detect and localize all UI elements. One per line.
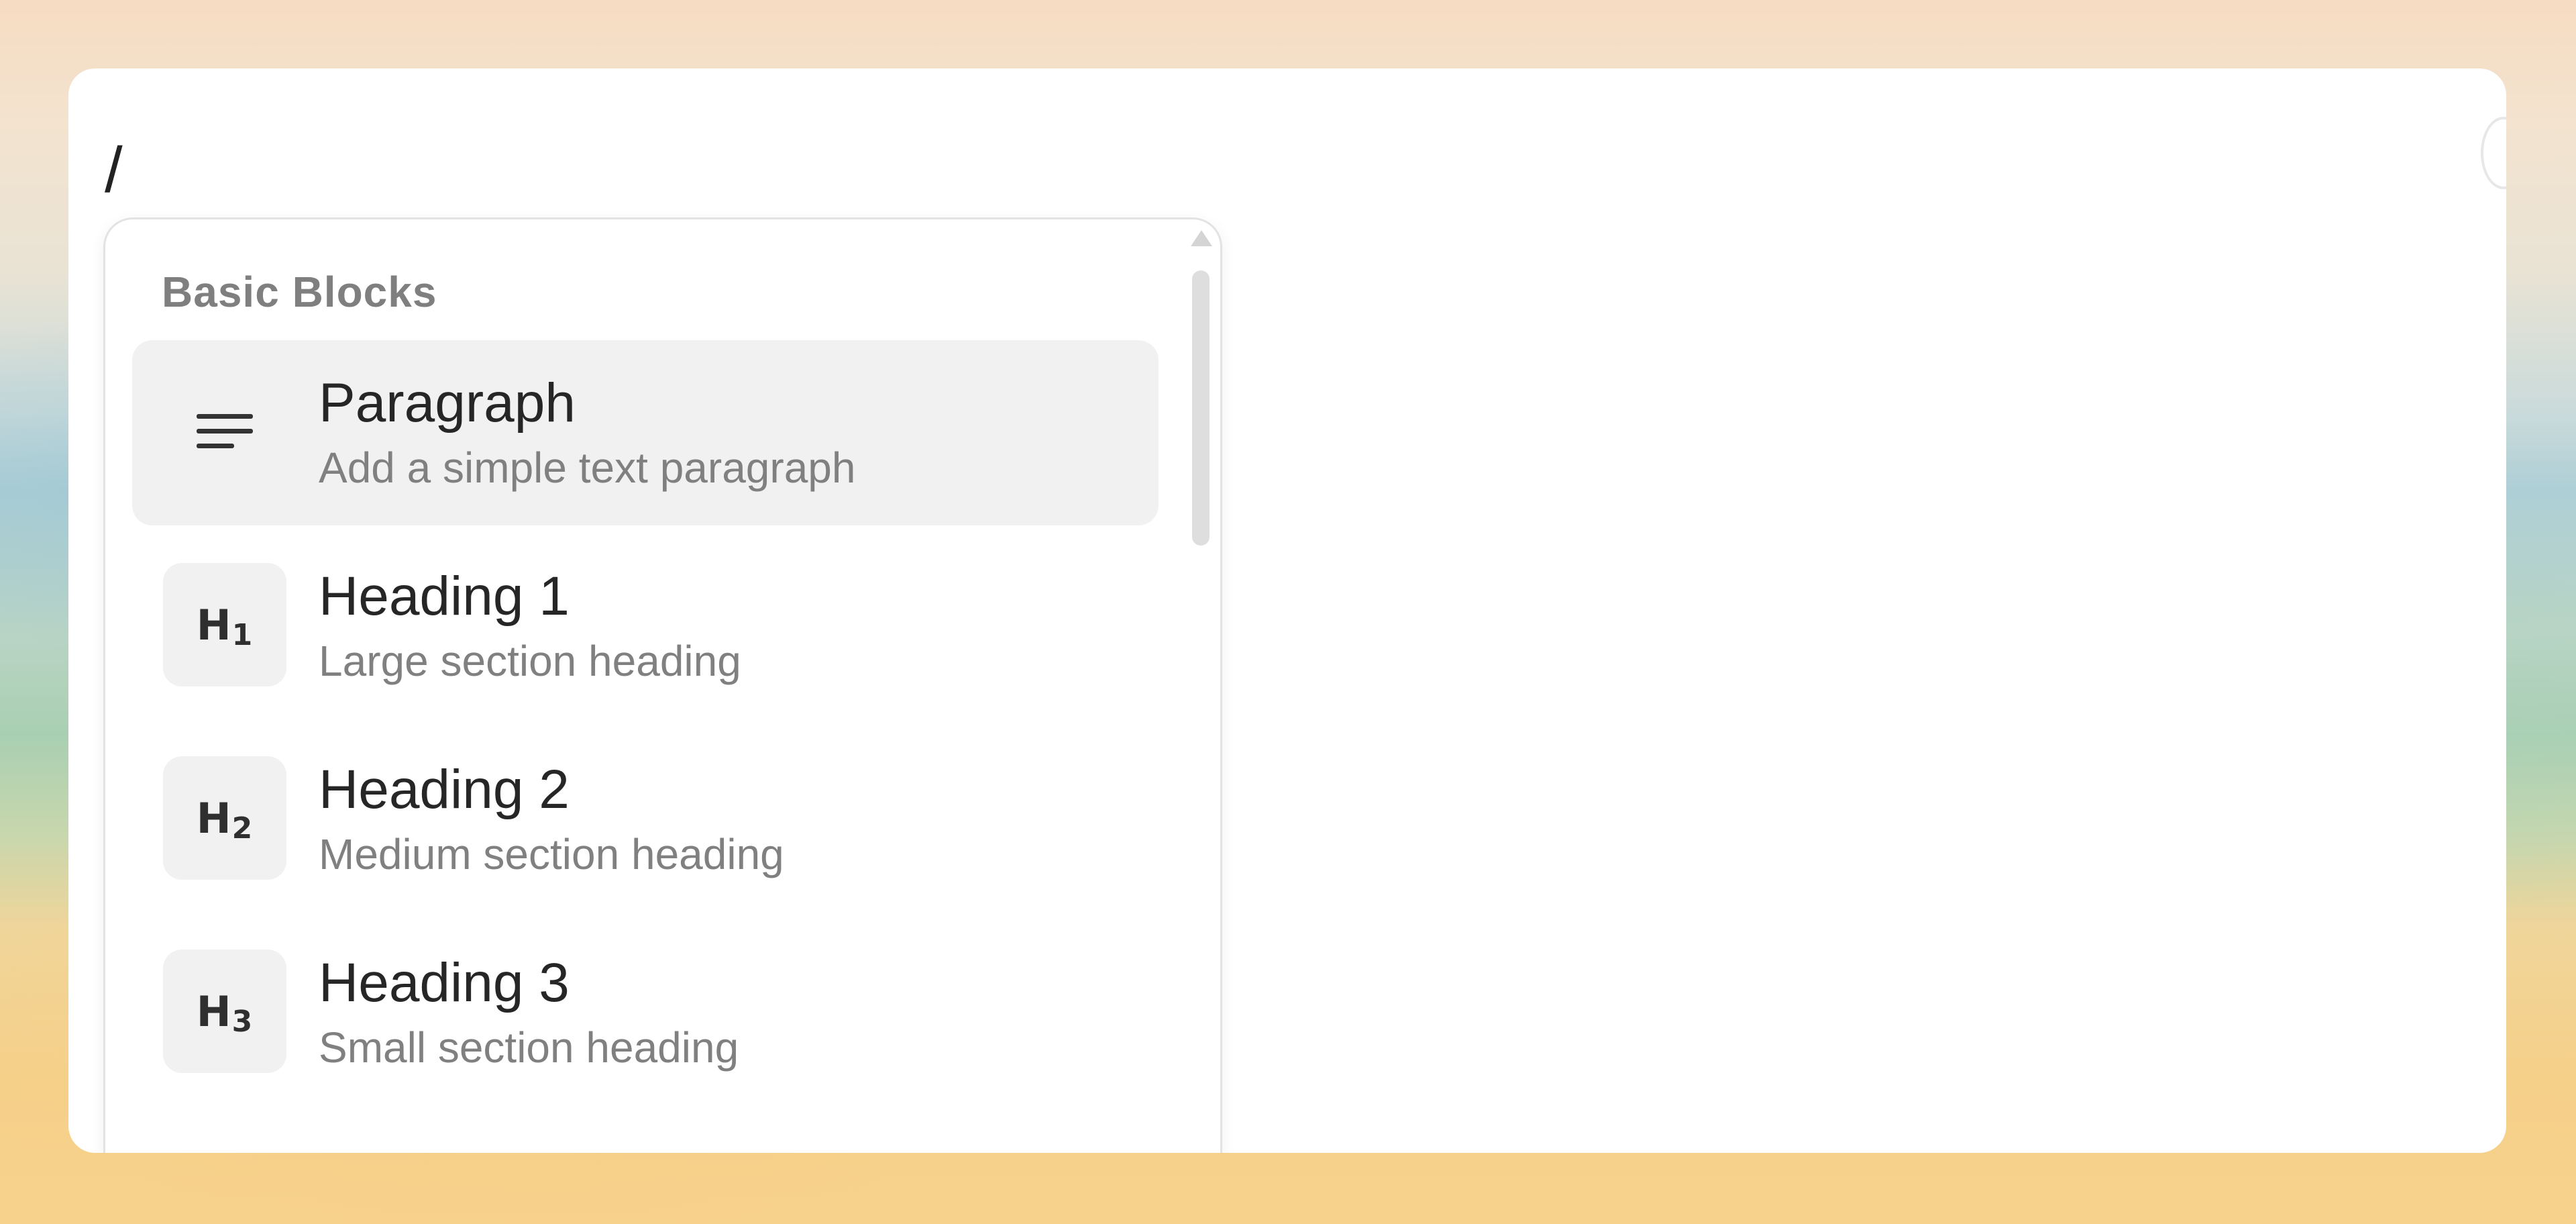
menu-item-title: Heading 3 bbox=[319, 952, 570, 1013]
edge-control-icon bbox=[2481, 117, 2506, 189]
paragraph-lines-icon bbox=[163, 370, 286, 493]
heading-glyph: H3 bbox=[196, 986, 254, 1039]
menu-item-list: Paragraph Add a simple text paragraph H1… bbox=[132, 340, 1159, 1113]
menu-item-title: Heading 1 bbox=[319, 566, 570, 627]
editor-text-line[interactable]: / bbox=[105, 130, 123, 211]
menu-item-description: Medium section heading bbox=[319, 830, 784, 878]
menu-item-description: Large section heading bbox=[319, 637, 741, 685]
menu-item-heading-3[interactable]: H3 Heading 3 Small section heading bbox=[132, 920, 1159, 1105]
menu-item-heading-1[interactable]: H1 Heading 1 Large section heading bbox=[132, 533, 1159, 719]
menu-item-title: Heading 2 bbox=[319, 759, 570, 820]
menu-item-description: Add a simple text paragraph bbox=[319, 444, 856, 492]
menu-item-paragraph[interactable]: Paragraph Add a simple text paragraph bbox=[132, 340, 1159, 525]
heading-3-icon: H3 bbox=[163, 950, 286, 1073]
menu-item-heading-2[interactable]: H2 Heading 2 Medium section heading bbox=[132, 727, 1159, 912]
slash-command-menu: Basic Blocks Paragraph Add a simple text… bbox=[103, 217, 1222, 1153]
scroll-up-arrow-icon[interactable] bbox=[1191, 230, 1212, 246]
heading-2-icon: H2 bbox=[163, 756, 286, 880]
menu-item-description: Small section heading bbox=[319, 1023, 739, 1072]
editor-card: / Basic Blocks Paragraph Add a simple te… bbox=[68, 68, 2506, 1153]
menu-group-label: Basic Blocks bbox=[162, 268, 437, 316]
heading-glyph: H1 bbox=[196, 600, 254, 652]
scrollbar-thumb[interactable] bbox=[1192, 270, 1210, 546]
menu-item-title: Paragraph bbox=[319, 372, 576, 434]
heading-glyph: H2 bbox=[196, 793, 254, 846]
heading-1-icon: H1 bbox=[163, 563, 286, 686]
menu-scrollbar[interactable] bbox=[1188, 230, 1212, 1153]
